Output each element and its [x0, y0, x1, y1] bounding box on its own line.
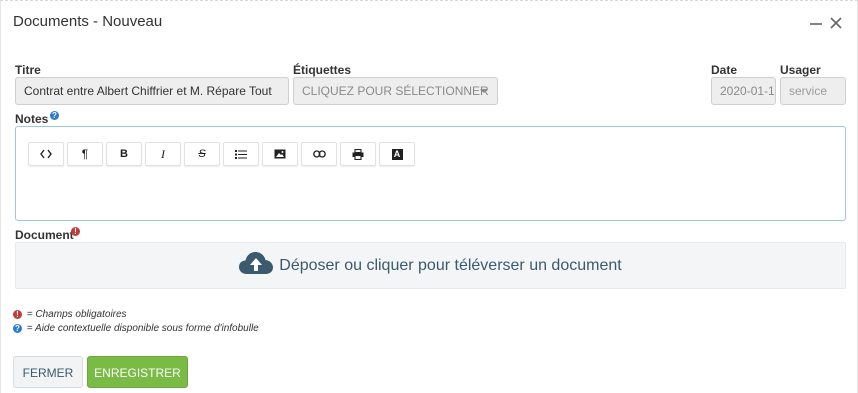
image-icon [274, 149, 286, 159]
required-icon: ! [71, 227, 80, 236]
date-label: Date [711, 63, 738, 77]
font-button[interactable]: A [379, 142, 415, 166]
image-button[interactable] [262, 142, 298, 166]
date-field[interactable]: 2020-01-1 [711, 77, 776, 105]
titre-input[interactable]: Contrat entre Albert Chiffrier et M. Rép… [15, 77, 289, 105]
italic-icon: I [161, 146, 165, 161]
cloud-upload-icon [239, 251, 274, 280]
dialog-title: Documents - Nouveau [13, 13, 163, 30]
close-icon[interactable] [828, 15, 844, 31]
help-icon[interactable]: ? [50, 111, 59, 120]
bold-button[interactable]: B [106, 142, 142, 166]
print-button[interactable] [340, 142, 376, 166]
legend-help: ? = Aide contextuelle disponible sous fo… [13, 323, 259, 334]
legend-required-text: = Champs obligatoires [26, 309, 127, 320]
chevron-down-icon [480, 89, 488, 93]
link-button[interactable] [301, 142, 337, 166]
document-label: Document [15, 228, 74, 242]
link-icon [312, 150, 326, 158]
minimize-icon[interactable] [808, 15, 824, 31]
editor-toolbar: ¶ B I S A [28, 142, 416, 166]
etiquettes-label: Étiquettes [293, 63, 352, 77]
list-icon [235, 149, 247, 159]
paragraph-button[interactable]: ¶ [67, 142, 103, 166]
usager-field: service [780, 77, 846, 105]
legend-help-text: = Aide contextuelle disponible sous form… [26, 323, 259, 334]
titre-label: Titre [15, 63, 41, 77]
document-dropzone[interactable]: Déposer ou cliquer pour téléverser un do… [15, 242, 846, 289]
strikethrough-button[interactable]: S [184, 142, 220, 166]
bold-icon: B [120, 148, 128, 160]
print-icon [352, 148, 364, 160]
help-icon: ? [13, 324, 22, 333]
legend-required: ! = Champs obligatoires [13, 309, 127, 320]
italic-button[interactable]: I [145, 142, 181, 166]
font-icon: A [391, 148, 403, 160]
save-button[interactable]: ENREGISTRER [87, 356, 188, 388]
document-dialog: Documents - Nouveau Titre Étiquettes Dat… [0, 0, 858, 393]
etiquettes-select[interactable]: CLIQUEZ POUR SÉLECTIONNER [293, 77, 498, 105]
usager-label: Usager [780, 63, 821, 77]
strikethrough-icon: S [198, 148, 206, 160]
list-button[interactable] [223, 142, 259, 166]
notes-editor[interactable]: ¶ B I S A [15, 126, 846, 221]
required-icon: ! [13, 310, 22, 319]
code-view-button[interactable] [28, 142, 64, 166]
etiquettes-placeholder: CLIQUEZ POUR SÉLECTIONNER [302, 84, 489, 98]
close-button[interactable]: FERMER [13, 356, 83, 388]
dropzone-text: Déposer ou cliquer pour téléverser un do… [279, 256, 622, 274]
notes-label: Notes [15, 112, 49, 126]
code-icon [40, 149, 52, 159]
paragraph-icon: ¶ [81, 147, 89, 161]
